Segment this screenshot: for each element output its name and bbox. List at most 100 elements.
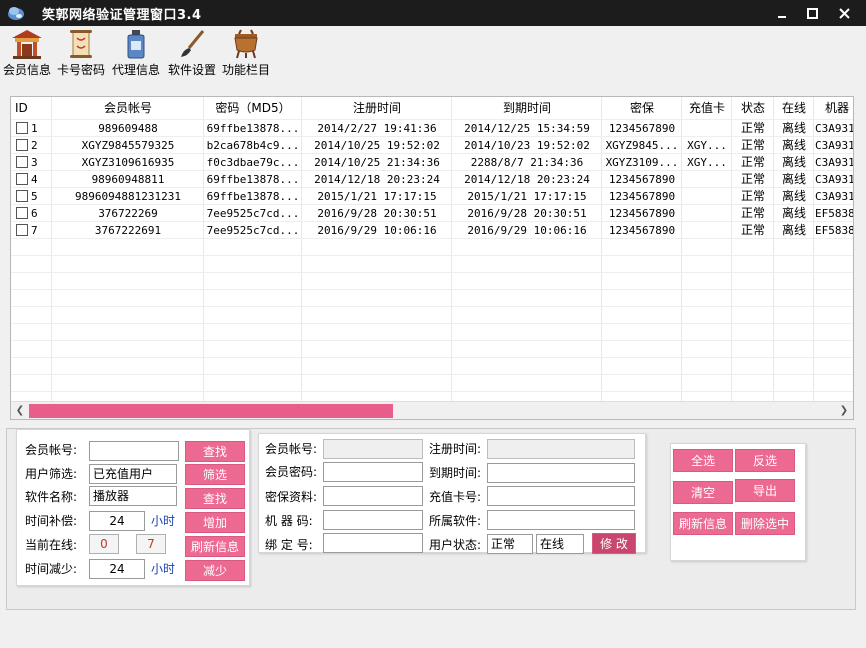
- column-divider: [601, 97, 602, 401]
- minimize-button[interactable]: [768, 0, 796, 26]
- scrollbar-thumb[interactable]: [29, 404, 393, 418]
- select-all-button[interactable]: 全选: [673, 449, 733, 472]
- refresh-info-button[interactable]: 刷新信息: [185, 536, 245, 557]
- horizontal-scrollbar[interactable]: ❮ ❯: [11, 401, 853, 419]
- reduce-time-button[interactable]: 减少: [185, 560, 245, 581]
- table-cell: b2ca678b4c9...: [206, 139, 300, 152]
- find-button[interactable]: 查找: [185, 441, 245, 462]
- maximize-button[interactable]: [798, 0, 826, 26]
- column-header[interactable]: 到期时间: [453, 99, 601, 117]
- window-title: 笑郭网络验证管理窗口3.4: [42, 8, 202, 23]
- user-status-select[interactable]: 正常: [487, 534, 533, 554]
- row-checkbox[interactable]: [16, 224, 28, 236]
- time-compensation-label: 时间补偿:: [25, 514, 78, 528]
- refresh-button[interactable]: 刷新信息: [673, 512, 733, 535]
- close-icon: [838, 7, 850, 19]
- row-checkbox[interactable]: [16, 173, 28, 185]
- add-time-button[interactable]: 增加: [185, 512, 245, 533]
- table-cell: 正常: [740, 138, 765, 152]
- invert-selection-button[interactable]: 反选: [735, 449, 795, 472]
- column-header[interactable]: 密保: [603, 99, 681, 117]
- modify-button[interactable]: 修 改: [592, 533, 636, 554]
- scroll-left-icon[interactable]: ❮: [13, 404, 27, 418]
- filter-button[interactable]: 筛选: [185, 464, 245, 485]
- table-cell: 2015/1/21 17:17:15: [317, 190, 437, 203]
- column-header[interactable]: 充值卡: [683, 99, 731, 117]
- column-header[interactable]: 在线: [775, 99, 813, 117]
- find-software-button[interactable]: 查找: [185, 488, 245, 509]
- table-cell: 2016/9/28 20:30:51: [467, 207, 587, 220]
- table-cell: 69ffbe13878...: [206, 173, 300, 186]
- toolbar-item-member-info[interactable]: 会员信息: [2, 28, 52, 84]
- toolbar-item-agent-info[interactable]: 代理信息: [110, 28, 162, 84]
- detail-expire-field[interactable]: [487, 463, 635, 483]
- table-cell: 2016/9/29 10:06:16: [317, 224, 437, 237]
- table-cell: 2014/2/27 19:41:36: [317, 122, 437, 135]
- row-checkbox[interactable]: [16, 139, 28, 151]
- online-status-select[interactable]: 在线: [536, 534, 584, 554]
- time-reduce-label: 时间减少:: [25, 562, 78, 576]
- table-cell: EF5838: [815, 207, 854, 220]
- detail-machine-field[interactable]: [323, 510, 423, 530]
- detail-machine-label: 机 器 码:: [265, 514, 313, 528]
- total-count: 7: [136, 534, 166, 554]
- row-divider: [11, 289, 853, 290]
- toolbar-item-function-menu[interactable]: 功能栏目: [221, 28, 271, 84]
- table-cell: 正常: [740, 121, 765, 135]
- column-divider: [301, 97, 302, 401]
- row-checkbox[interactable]: [16, 156, 28, 168]
- toolbar-label: 会员信息: [2, 63, 51, 77]
- toolbar-item-software-settings[interactable]: 软件设置: [166, 28, 218, 84]
- time-reduce-input[interactable]: 24: [89, 559, 145, 579]
- toolbar-label: 代理信息: [111, 63, 160, 77]
- action-panel: 全选 反选 清空 导出 刷新信息 删除选中: [670, 443, 806, 561]
- maximize-icon: [806, 7, 818, 19]
- table-cell: 98960948811: [91, 173, 165, 186]
- row-checkbox[interactable]: [16, 207, 28, 219]
- clear-button[interactable]: 清空: [673, 481, 733, 504]
- column-header[interactable]: 密码（MD5）: [205, 99, 301, 117]
- table-cell: 2288/8/7 21:34:36: [470, 156, 584, 169]
- detail-password-field[interactable]: [323, 462, 423, 482]
- column-header[interactable]: 会员帐号: [53, 99, 203, 117]
- table-cell: 7ee9525c7cd...: [206, 224, 300, 237]
- software-select[interactable]: 播放器: [89, 486, 177, 506]
- detail-bind-field[interactable]: [323, 533, 423, 553]
- member-account-input[interactable]: [89, 441, 179, 461]
- detail-software-field[interactable]: [487, 510, 635, 530]
- member-table: ID 会员帐号 密码（MD5） 注册时间 到期时间 密保 充值卡 状态 在线 机器 1 9896094…: [10, 96, 854, 420]
- table-cell: [683, 171, 731, 188]
- table-cell: EF5838: [815, 224, 854, 237]
- detail-card-label: 充值卡号:: [429, 490, 482, 504]
- scroll-right-icon[interactable]: ❯: [837, 404, 851, 418]
- delete-selected-button[interactable]: 删除选中: [735, 512, 795, 535]
- column-header[interactable]: 机器: [815, 99, 853, 117]
- close-button[interactable]: [830, 0, 858, 26]
- column-header[interactable]: 状态: [733, 99, 773, 117]
- row-checkbox[interactable]: [16, 190, 28, 202]
- toolbar: 会员信息 卡号密码 代理信息 软件设置 功能栏目: [0, 26, 866, 86]
- detail-status-label: 用户状态:: [429, 538, 482, 552]
- table-cell: XGY...: [687, 139, 727, 152]
- column-header[interactable]: 注册时间: [303, 99, 451, 117]
- detail-card-field[interactable]: [487, 486, 635, 506]
- row-divider: [11, 357, 853, 358]
- table-cell: 3767222691: [94, 224, 162, 237]
- detail-security-field[interactable]: [323, 486, 423, 506]
- detail-bind-label: 绑 定 号:: [265, 538, 313, 552]
- row-divider: [11, 272, 853, 273]
- column-header[interactable]: ID: [15, 99, 51, 117]
- row-divider: [11, 306, 853, 307]
- table-cell: 离线: [781, 189, 806, 203]
- toolbar-item-card-password[interactable]: 卡号密码: [55, 28, 107, 84]
- column-divider: [203, 97, 204, 401]
- table-cell: 2014/10/23 19:52:02: [464, 139, 590, 152]
- scroll-icon: [70, 30, 92, 58]
- row-checkbox[interactable]: [16, 122, 28, 134]
- table-cell: 3: [31, 156, 38, 169]
- export-button[interactable]: 导出: [735, 479, 795, 502]
- time-compensation-input[interactable]: 24: [89, 511, 145, 531]
- table-cell: [683, 120, 731, 137]
- user-filter-select[interactable]: 已充值用户: [89, 464, 177, 484]
- current-online-label: 当前在线:: [25, 538, 78, 552]
